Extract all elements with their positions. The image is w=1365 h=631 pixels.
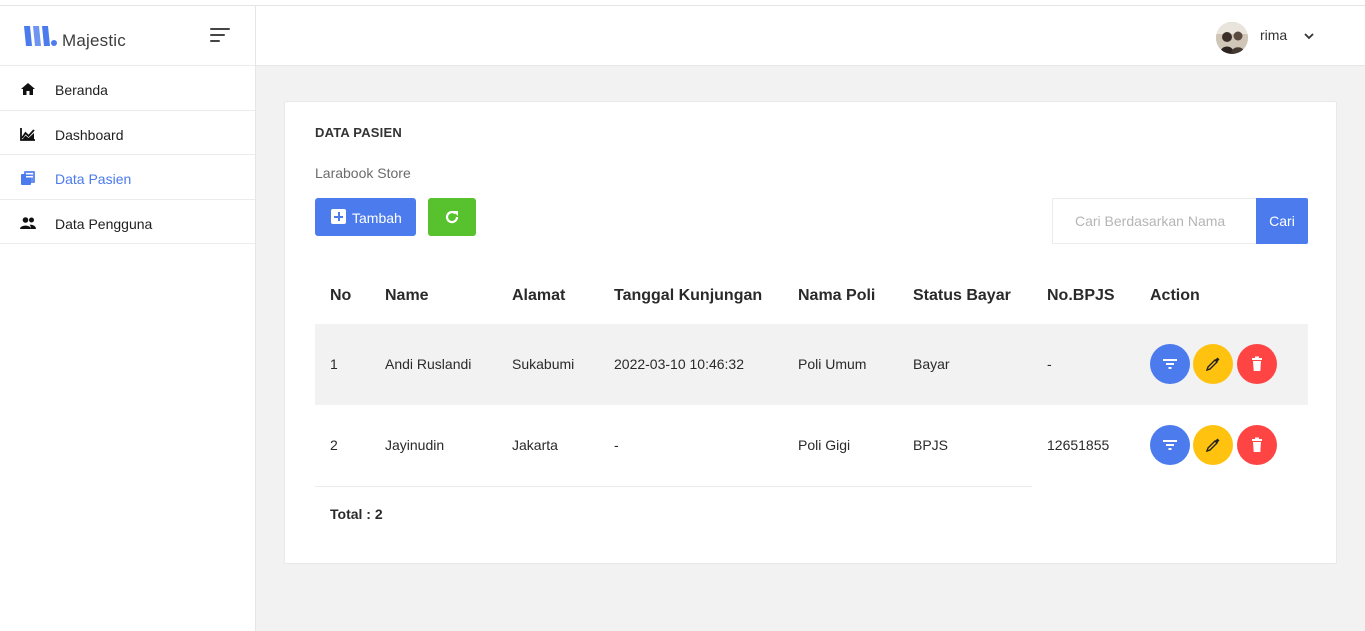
sidebar-item-label: Dashboard [55, 126, 124, 143]
sidebar-item-label: Data Pengguna [55, 215, 153, 232]
search-button[interactable]: Cari [1256, 198, 1308, 244]
cell-name: Andi Ruslandi [385, 356, 472, 372]
column-header-status: Status Bayar [913, 287, 1011, 304]
edit-button[interactable] [1193, 344, 1233, 384]
delete-button[interactable] [1237, 344, 1277, 384]
cell-tanggal: 2022-03-10 10:46:32 [614, 356, 744, 372]
sidebar: Majestic Beranda Dashboard Data Pasien D… [0, 6, 256, 631]
edit-button[interactable] [1193, 425, 1233, 465]
trash-icon [1252, 437, 1262, 452]
page-title: DATA PASIEN [315, 125, 402, 140]
refresh-icon [445, 210, 459, 224]
cell-status: Bayar [913, 356, 950, 372]
cell-poli: Poli Gigi [798, 437, 851, 453]
cell-no: 1 [330, 356, 338, 372]
plus-icon [331, 209, 346, 224]
table-divider [315, 486, 1032, 487]
menu-toggle-icon[interactable] [210, 28, 232, 44]
column-header-action: Action [1150, 287, 1200, 304]
cell-alamat: Jakarta [512, 437, 558, 453]
cell-name: Jayinudin [385, 437, 445, 453]
card-subtitle: Larabook Store [315, 165, 411, 181]
delete-button[interactable] [1237, 425, 1277, 465]
column-header-bpjs: No.BPJS [1047, 287, 1115, 304]
cell-poli: Poli Umum [798, 356, 867, 372]
table-row: 2 Jayinudin Jakarta - Poli Gigi BPJS 126… [315, 405, 1308, 486]
search-input[interactable] [1052, 198, 1256, 244]
cell-status: BPJS [913, 437, 949, 453]
chevron-down-icon[interactable] [1302, 29, 1316, 43]
column-header-poli: Nama Poli [798, 287, 876, 304]
filter-button[interactable] [1150, 425, 1190, 465]
cell-bpjs: 12651855 [1047, 437, 1110, 453]
column-header-alamat: Alamat [512, 287, 566, 304]
avatar-image [1216, 22, 1248, 54]
users-icon [20, 216, 36, 229]
sidebar-item-beranda[interactable]: Beranda [0, 66, 255, 111]
cell-bpjs: - [1047, 356, 1052, 372]
filter-button[interactable] [1150, 344, 1190, 384]
chart-icon [20, 127, 35, 141]
eyedropper-icon [1205, 357, 1220, 372]
column-header-no: No [330, 287, 352, 304]
add-button-label: Tambah [352, 210, 402, 226]
data-pasien-card: DATA PASIEN Larabook Store Tambah Cari N… [284, 101, 1337, 564]
username[interactable]: rima [1260, 27, 1287, 43]
filter-icon [1163, 440, 1177, 450]
trash-icon [1252, 356, 1262, 371]
add-button[interactable]: Tambah [315, 198, 416, 236]
column-header-name: Name [385, 287, 429, 304]
top-navbar: rima [256, 6, 1365, 66]
table-row: 1 Andi Ruslandi Sukabumi 2022-03-10 10:4… [315, 324, 1308, 405]
documents-icon [21, 171, 35, 185]
cell-alamat: Sukabumi [512, 356, 575, 372]
majestic-logo[interactable] [22, 23, 58, 49]
column-header-tanggal: Tanggal Kunjungan [614, 287, 763, 304]
brand-area: Majestic [0, 6, 255, 66]
sidebar-item-label: Beranda [55, 82, 108, 98]
cell-tanggal: - [614, 437, 619, 453]
sidebar-item-data-pasien[interactable]: Data Pasien [0, 155, 255, 200]
filter-icon [1163, 359, 1177, 369]
refresh-button[interactable] [428, 198, 476, 236]
sidebar-item-dashboard[interactable]: Dashboard [0, 111, 255, 155]
avatar[interactable] [1216, 22, 1248, 54]
sidebar-item-data-pengguna[interactable]: Data Pengguna [0, 200, 255, 244]
cell-no: 2 [330, 437, 338, 453]
eyedropper-icon [1205, 438, 1220, 453]
home-icon [21, 83, 35, 95]
sidebar-item-label: Data Pasien [55, 171, 132, 187]
brand-name: Majestic [62, 31, 126, 50]
table-total: Total : 2 [330, 506, 383, 522]
